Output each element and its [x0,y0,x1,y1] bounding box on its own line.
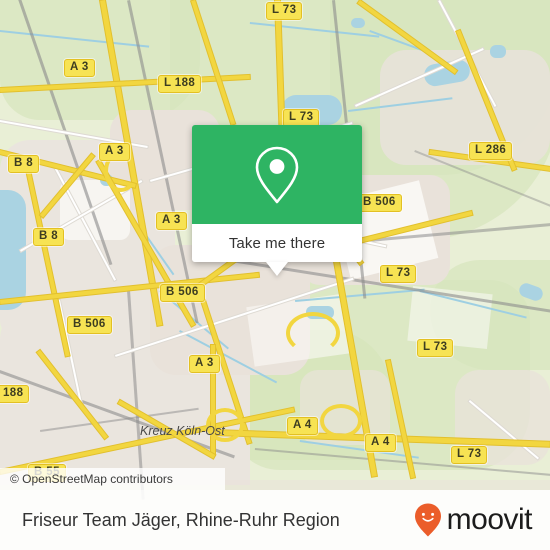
card-action-panel[interactable]: Take me there [192,224,362,262]
map-interchange-loop [320,404,362,438]
road-shield: L 73 [417,339,454,357]
road-shield: B 506 [357,194,402,212]
take-me-there-card[interactable]: Take me there [192,125,362,276]
map-interchange-loop [286,312,340,354]
road-shield: B 8 [8,155,40,173]
road-shield: 188 [0,385,30,403]
road-shield: L 286 [469,142,513,160]
place-label: Kreuz Köln-Ost [140,424,225,438]
road-shield: A 3 [64,59,95,77]
map-water-body [351,18,365,28]
page-title: Friseur Team Jäger, Rhine-Ruhr Region [22,509,340,530]
moovit-brand[interactable]: moovit [413,502,550,538]
road-shield: L 73 [266,2,303,20]
road-shield: A 4 [365,434,396,452]
road-shield: A 4 [287,417,318,435]
road-shield: B 506 [160,284,205,302]
footer-bar: Friseur Team Jäger, Rhine-Ruhr Region mo… [0,490,550,550]
road-shield: A 3 [189,355,220,373]
road-shield: L 188 [158,75,202,93]
attribution-text[interactable]: © OpenStreetMap contributors [0,472,173,486]
map-water-body [490,45,506,58]
card-icon-panel [192,125,362,224]
moovit-smiley-pin-icon [414,503,441,537]
moovit-wordmark: moovit [446,503,533,536]
road-shield: A 3 [156,212,187,230]
map-screenshot: L 73 A 3 L 188 L 73 A 3 B 8 L 286 B 506 A 3 B 8 B … [0,0,550,550]
road-shield: A 3 [99,143,130,161]
attribution-bar: © OpenStreetMap contributors [0,468,225,490]
take-me-there-label: Take me there [228,234,326,252]
road-shield: L 73 [451,446,488,464]
road-shield: B 506 [67,316,112,334]
location-pin-icon [255,146,299,203]
road-shield: B 8 [33,228,65,246]
road-shield: L 73 [380,265,417,283]
card-pointer-tail [266,262,288,276]
